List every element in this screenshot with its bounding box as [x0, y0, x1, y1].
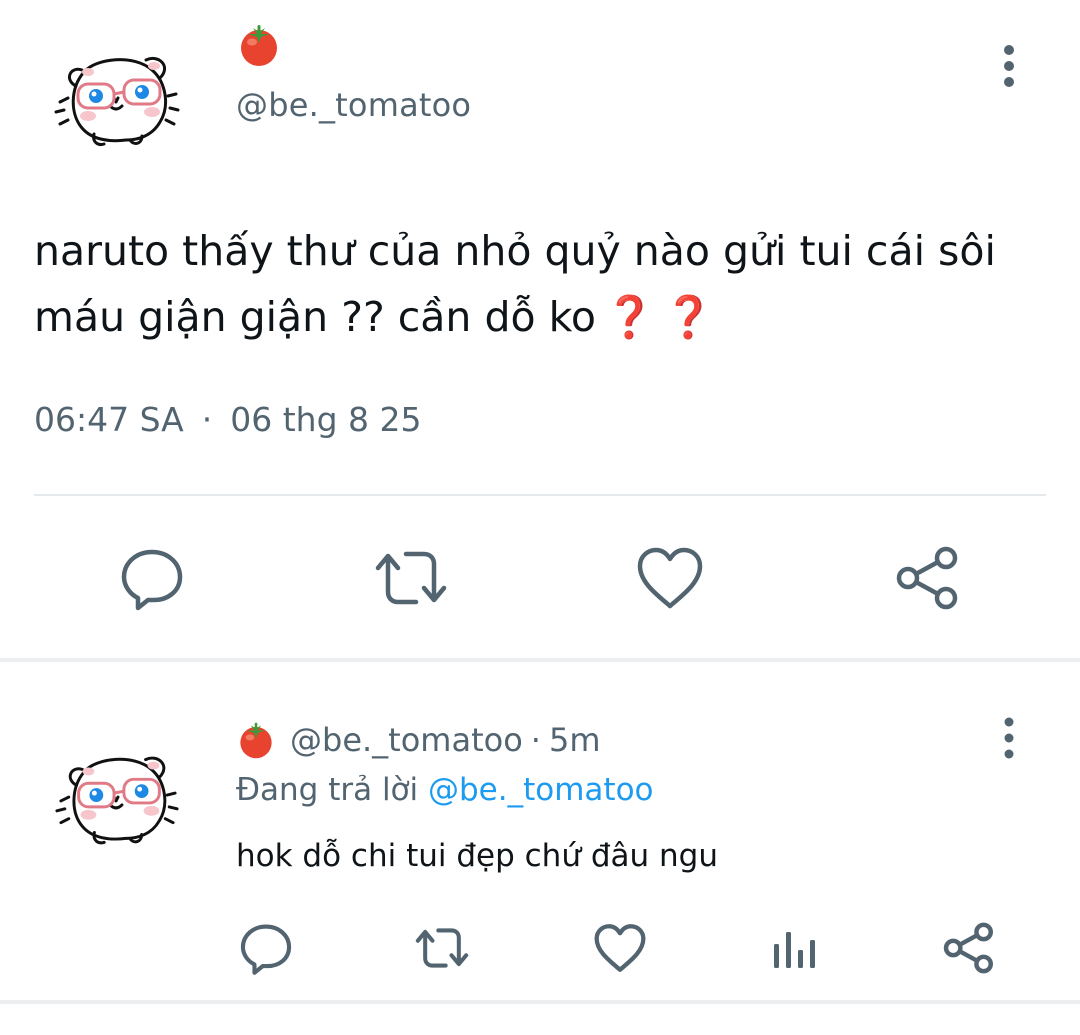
avatar[interactable] [48, 36, 188, 166]
red-question-mark-emoji: ❓ [663, 293, 715, 341]
tweet-timestamp: 06:47 SA · 06 thg 8 25 [34, 400, 421, 439]
replying-to-label: Đang trả lời [236, 772, 419, 808]
replying-to-mention[interactable]: @be._tomatoo [428, 772, 654, 808]
display-name-tomato-emoji[interactable] [236, 720, 276, 760]
tweet-text: naruto thấy thư của nhỏ quỷ nào gửi tui … [34, 218, 1044, 350]
more-vertical-icon[interactable] [994, 44, 1024, 90]
share-button[interactable] [894, 544, 964, 612]
retweet-icon [415, 928, 469, 968]
share-button[interactable] [942, 920, 998, 976]
bar-chart-icon [774, 932, 815, 968]
like-button[interactable] [592, 920, 648, 976]
tweet-time: 06:47 SA [34, 400, 184, 439]
retweet-button[interactable] [412, 920, 472, 976]
heart-icon [637, 547, 703, 609]
tweet-date: 06 thg 8 25 [230, 400, 422, 439]
like-button[interactable] [634, 544, 706, 612]
reply-header: @be._tomatoo · 5m [236, 718, 600, 762]
red-question-mark-emoji: ❓ [603, 293, 656, 341]
divider [34, 494, 1046, 496]
section-divider [0, 658, 1080, 662]
reply-button[interactable] [238, 920, 294, 976]
tweet-body: naruto thấy thư của nhỏ quỷ nào gửi tui … [34, 227, 996, 341]
reply-text: hok dỗ chi tui đẹp chứ đâu ngu [236, 838, 718, 874]
display-name-tomato-emoji[interactable] [236, 22, 282, 68]
heart-icon [594, 924, 646, 972]
section-divider [0, 1000, 1080, 1004]
tweet-detail-page: @be._tomatoo naruto thấy thư của nhỏ quỷ… [0, 0, 1080, 1035]
more-vertical-icon[interactable] [996, 716, 1022, 760]
replying-to: Đang trả lời @be._tomatoo [236, 772, 654, 808]
separator-dot: · [201, 400, 213, 439]
reply-bubble-icon [121, 549, 183, 611]
user-handle[interactable]: @be._tomatoo [236, 86, 471, 124]
main-tweet: @be._tomatoo naruto thấy thư của nhỏ quỷ… [0, 0, 1080, 662]
reply-bubble-icon [240, 924, 292, 975]
retweet-icon [375, 551, 447, 605]
reply-button[interactable] [118, 544, 186, 612]
reply-avatar[interactable] [48, 736, 188, 864]
view-stats-button[interactable] [766, 920, 822, 976]
share-icon [943, 922, 993, 974]
share-icon [896, 546, 958, 610]
separator-dot: · [530, 721, 541, 759]
reply-time: 5m [548, 721, 601, 759]
reply-handle[interactable]: @be._tomatoo [290, 721, 523, 759]
retweet-button[interactable] [370, 544, 452, 612]
